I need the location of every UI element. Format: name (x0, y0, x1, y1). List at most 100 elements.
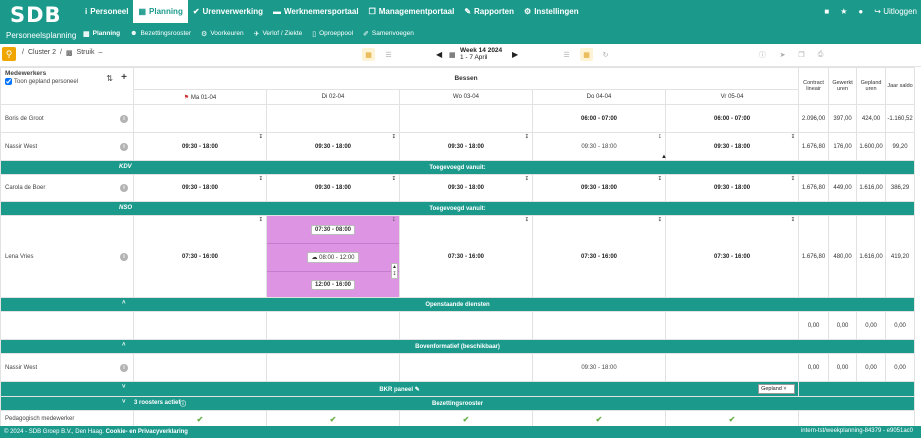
chevron-down-icon[interactable]: ˅ (122, 399, 126, 405)
next-week-button[interactable]: ▶ (512, 50, 518, 59)
shift-cell[interactable] (664, 353, 800, 382)
subnav-planning[interactable]: ▦ Planning (78, 23, 125, 44)
shift-cell[interactable]: ↧ 07:30 - 16:00 (532, 215, 666, 298)
chat-icon[interactable]: ■ (824, 7, 829, 16)
employee-name-cell[interactable]: Carola de Boer i (0, 174, 134, 202)
shift-cell[interactable] (266, 353, 400, 382)
prev-week-button[interactable]: ◀ (436, 50, 442, 59)
sort-icon[interactable]: ⇅ (106, 74, 113, 83)
info-icon[interactable]: i (120, 184, 128, 192)
chevron-up-icon[interactable]: ˄ (122, 342, 126, 348)
info-icon[interactable]: i (120, 363, 128, 372)
shift-cell[interactable]: ↧ 07:30 - 16:00 (664, 215, 800, 298)
shift-cell[interactable]: ↧ 07:30 - 16:00 (133, 215, 267, 298)
section-header[interactable]: Bezettingsrooster ˅ 3 roosters actief ⓘ (0, 396, 916, 411)
shift-actions[interactable]: ▲ ↧ (391, 263, 398, 279)
shift-pill[interactable]: ☁ 08:00 - 12:00 (307, 252, 359, 263)
shift-cell[interactable] (399, 104, 533, 133)
employee-name-cell[interactable]: Lena Vries i (0, 215, 134, 298)
copy-button[interactable]: ❐ (795, 48, 808, 61)
nav-rapporten[interactable]: ✎ Rapporten (459, 0, 519, 23)
breadcrumb-unit[interactable]: Struik (77, 49, 95, 57)
section-bezettingsrooster[interactable]: Bezettingsrooster ˅ 3 roosters actief ⓘ (0, 396, 916, 411)
info-icon[interactable]: ⓘ (180, 399, 186, 408)
shift-cell[interactable]: ↧ 09:30 - 18:00 (532, 132, 666, 161)
shift-cell[interactable]: 06:00 - 07:00 (532, 104, 666, 133)
shift-pill[interactable]: 12:00 - 16:00 (310, 280, 356, 290)
info-icon[interactable]: i (120, 252, 128, 261)
empty-cell[interactable] (266, 311, 400, 340)
info-icon[interactable]: i (120, 142, 128, 151)
shift-cell[interactable]: ↧ 09:30 - 18:00 (532, 174, 666, 202)
employee-name-cell[interactable]: Nassir West i (0, 353, 134, 382)
section-open-shifts[interactable]: Openstaande diensten ˄ (0, 297, 916, 312)
shift-cell[interactable]: ↧ 09:30 - 18:00 ▲ (661, 132, 800, 161)
shift-cell[interactable] (399, 353, 533, 382)
info-button[interactable]: ⓘ (756, 48, 769, 61)
nav-urenverwerking[interactable]: ✔ Urenverwerking (188, 0, 268, 23)
shift-cell[interactable]: ↧ 09:30 - 18:00 (266, 132, 400, 161)
section-bkr[interactable]: BKR paneel ✎ ˅ Gepland ˅ (0, 381, 916, 397)
shift-cell[interactable] (133, 104, 267, 133)
calendar-view-button[interactable]: ▦ (580, 48, 593, 61)
week-toggle-button[interactable]: ☰ (560, 48, 573, 61)
shift-cell[interactable] (266, 104, 400, 133)
shift-pill[interactable]: 07:30 - 08:00 (310, 224, 356, 235)
nav-managementportaal[interactable]: ❐ Managementportaal (364, 0, 460, 23)
warning-icon[interactable]: ▲ (661, 154, 667, 160)
section-header[interactable]: Openstaande diensten ˄ (0, 297, 916, 312)
user-icon[interactable]: ● (858, 7, 863, 16)
logout-button[interactable]: ↪ Uitloggen (874, 7, 917, 16)
grid-view-button[interactable]: ▦ (362, 48, 375, 61)
empty-cell[interactable] (399, 311, 533, 340)
search-button[interactable]: ⚲ (2, 47, 16, 61)
shift-cell[interactable]: ↧ 09:30 - 18:00 (266, 174, 400, 202)
subnav-verlof[interactable]: ✈ Verlof / Ziekte (249, 23, 308, 44)
shift-cell[interactable]: 09:30 - 18:00 (532, 353, 666, 382)
calendar-icon[interactable]: ▦ (449, 51, 456, 59)
star-icon[interactable]: ★ (840, 7, 847, 16)
nav-werknemersportaal[interactable]: ▬ Werknemersportaal (268, 0, 364, 23)
empty-cell[interactable] (133, 311, 267, 340)
shift-cell[interactable] (133, 353, 267, 382)
week-selector[interactable]: Week 14 2024 1 - 7 April (460, 47, 502, 61)
list-view-button[interactable]: ☰ (382, 48, 395, 61)
shift-cell[interactable]: ↧ 09:30 - 18:00 (399, 132, 533, 161)
pencil-icon[interactable]: ✎ (415, 387, 420, 393)
chevron-up-icon[interactable]: ˄ (122, 300, 126, 306)
empty-cell[interactable] (532, 311, 666, 340)
split-shift-cell[interactable]: 07:30 - 08:00 ☁ 08:00 - 12:00 12:00 - 16… (266, 215, 400, 298)
shift-cell[interactable]: 06:00 - 07:00 (664, 104, 800, 133)
subnav-bezettingsrooster[interactable]: ☻ Bezettingsrooster (125, 23, 196, 44)
section-header[interactable]: Bovenformatief (beschikbaar) ˄ (0, 339, 916, 354)
subnav-samenvoegen[interactable]: ✐ Samenvoegen (358, 23, 419, 44)
info-icon[interactable]: i (120, 114, 128, 123)
employee-name-cell[interactable]: Boris de Groot i (0, 104, 134, 133)
pin-button[interactable]: ➤ (776, 48, 789, 61)
app-logo[interactable]: SDB Personeelsplanning (0, 0, 78, 44)
shift-cell[interactable]: ↧ 09:30 - 18:00 (133, 132, 267, 161)
refresh-button[interactable]: ↻ (599, 48, 612, 61)
shift-cell[interactable]: ↧ 09:30 - 18:00 (133, 174, 267, 202)
shift-cell[interactable]: ↧ 09:30 - 18:00 (399, 174, 533, 202)
privacy-link[interactable]: Cookie- en Privacyverklaring (106, 429, 188, 435)
show-planned-checkbox[interactable] (5, 78, 12, 85)
shift-time: 07:30 - 16:00 (580, 253, 618, 260)
empty-cell[interactable] (664, 311, 800, 340)
shift-cell[interactable]: ↧ 07:30 - 16:00 (399, 215, 533, 298)
chevron-down-icon[interactable]: ˅ (122, 384, 126, 390)
add-employee-button[interactable]: + (121, 72, 127, 83)
section-header[interactable]: BKR paneel ✎ ˅ Gepland ˅ (0, 381, 800, 397)
bkr-select[interactable]: Gepland ˅ (758, 384, 796, 394)
shift-cell[interactable]: ↧ 09:30 - 18:00 (664, 174, 800, 202)
employee-name-cell[interactable]: Nassir West i (0, 132, 134, 161)
breadcrumb-cluster[interactable]: Cluster 2 (28, 49, 56, 57)
subnav-voorkeuren[interactable]: ⚙ Voorkeuren (196, 23, 249, 44)
breadcrumb-extra[interactable]: – (98, 49, 102, 57)
nav-planning[interactable]: ▦ Planning (133, 0, 188, 23)
subnav-oproeppool[interactable]: ▯ Oproeppool (307, 23, 358, 44)
nav-instellingen[interactable]: ⚙ Instellingen (519, 0, 584, 23)
nav-personeel[interactable]: i Personeel (80, 0, 133, 23)
print-button[interactable]: ⎙ (814, 48, 827, 61)
section-bovenformatief[interactable]: Bovenformatief (beschikbaar) ˄ (0, 339, 916, 354)
